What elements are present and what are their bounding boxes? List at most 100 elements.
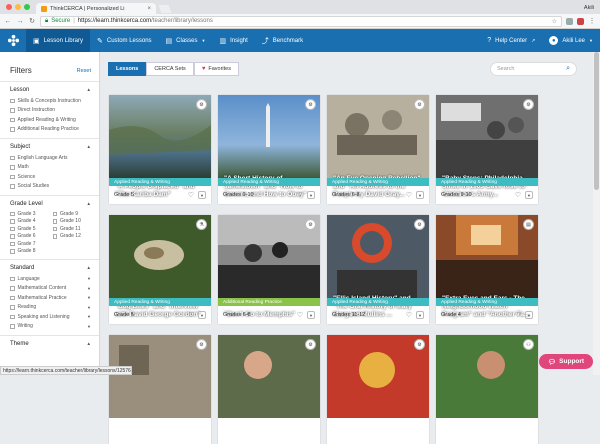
section-header[interactable]: Theme ▲ [10, 341, 91, 347]
checkbox[interactable] [10, 324, 15, 329]
filter-option[interactable]: Grade 10 [52, 218, 92, 226]
search-input[interactable]: Search ⌕ [490, 62, 577, 76]
checkbox[interactable] [10, 305, 15, 310]
filter-option[interactable]: Mathematical Content ▼ [10, 284, 91, 294]
section-header[interactable]: Standard ▲ [10, 265, 91, 271]
checkbox[interactable] [10, 314, 15, 319]
section-header[interactable]: Lesson ▲ [10, 87, 91, 93]
checkbox[interactable] [10, 286, 15, 291]
lesson-card[interactable]: ⚙ "Baby Steps: Philadelphia Strike in 19… [436, 95, 538, 204]
checkbox[interactable] [10, 174, 15, 179]
checkbox[interactable] [10, 98, 15, 103]
section-header[interactable]: Grade Level ▲ [10, 201, 91, 207]
lesson-card[interactable]: ⚙ "Ellis Island History" and "The Oral H… [327, 215, 429, 324]
checkbox[interactable] [52, 234, 57, 239]
nav-classes[interactable]: ▤ Classes ▼ [159, 29, 213, 52]
user-menu[interactable]: ● Akili Lee ▼ [542, 29, 600, 52]
filter-option[interactable]: Writing ▼ [10, 322, 91, 332]
reset-link[interactable]: Reset [77, 68, 91, 74]
checkbox[interactable] [10, 127, 15, 132]
filter-option[interactable]: Math [10, 163, 91, 173]
checkbox[interactable] [10, 219, 15, 224]
filter-option[interactable]: Reading ▼ [10, 303, 91, 313]
favorite-heart-icon[interactable]: ♡ [188, 191, 194, 199]
filter-option[interactable]: Grade 3 [10, 210, 49, 218]
favorite-heart-icon[interactable]: ♡ [515, 311, 521, 319]
favorite-heart-icon[interactable]: ♡ [297, 191, 303, 199]
favorite-heart-icon[interactable]: ♡ [406, 311, 412, 319]
extension-icon[interactable] [566, 17, 573, 25]
checkbox[interactable] [10, 117, 15, 122]
checkbox[interactable] [52, 219, 57, 224]
lesson-card[interactable]: ⚙ [218, 335, 320, 444]
card-menu-chevron-icon[interactable]: ▼ [307, 311, 315, 319]
back-icon[interactable]: ← [4, 18, 12, 25]
close-window-button[interactable] [6, 4, 12, 10]
card-menu-chevron-icon[interactable]: ▼ [416, 311, 424, 319]
maximize-window-button[interactable] [24, 4, 30, 10]
filter-option[interactable]: Grade 7 [10, 240, 49, 248]
support-button[interactable]: 💬︎ Support [539, 354, 593, 369]
filter-option[interactable]: Mathematical Practice ▼ [10, 293, 91, 303]
filter-option[interactable]: Grade 12 [52, 233, 92, 241]
filter-option[interactable]: Direct Instruction [10, 106, 91, 116]
checkbox[interactable] [10, 234, 15, 239]
checkbox[interactable] [10, 155, 15, 160]
checkbox[interactable] [52, 226, 57, 231]
card-menu-chevron-icon[interactable]: ▼ [198, 311, 206, 319]
browser-tab[interactable]: ThinkCERCA | Personalized Li × [36, 3, 156, 14]
filter-option[interactable]: Grade 4 [10, 218, 49, 226]
lesson-card[interactable]: ⚗ "Bug Bites" and "Interview with David … [109, 215, 211, 324]
lesson-card[interactable]: ⚙ "An Eye Opening Rebellion" and "An Add… [327, 95, 429, 204]
scrollbar-thumb[interactable] [594, 52, 599, 190]
lesson-card[interactable]: ⚙ "A Short History of Jamestown" and "Ho… [218, 95, 320, 204]
checkbox[interactable] [10, 108, 15, 113]
filter-option[interactable]: Grade 11 [52, 225, 92, 233]
page-scrollbar[interactable] [593, 52, 600, 375]
tab-favorites[interactable]: ♥ Favorites [193, 62, 239, 76]
chevron-down-icon[interactable]: ▼ [87, 286, 91, 291]
filter-option[interactable]: Additional Reading Practice [10, 125, 91, 135]
extension-icon[interactable] [577, 17, 584, 25]
favorite-heart-icon[interactable]: ♡ [297, 311, 303, 319]
lesson-card[interactable]: ▤ "Extra Eyes and Ears - The Neighborhoo… [436, 215, 538, 324]
nav-benchmark[interactable]: ⤴ Benchmark [255, 29, 310, 52]
filter-option[interactable]: Applied Reading & Writing [10, 115, 91, 125]
url-field[interactable]: 🔒︎ Secure | https://learn.thinkcerca.com… [40, 15, 562, 27]
checkbox[interactable] [10, 249, 15, 254]
filter-option[interactable]: Language ▼ [10, 274, 91, 284]
nav-lesson-library[interactable]: ▣ Lesson Library [26, 29, 90, 52]
filter-option[interactable]: Skills & Concepts Instruction [10, 96, 91, 106]
card-menu-chevron-icon[interactable]: ▼ [525, 191, 533, 199]
lesson-card[interactable]: ⚙ "Don't Go to Memphis" Additional Readi… [218, 215, 320, 324]
lesson-card[interactable]: ⚙ [109, 335, 211, 444]
checkbox[interactable] [10, 295, 15, 300]
chevron-down-icon[interactable]: ▼ [87, 276, 91, 281]
browser-menu-icon[interactable]: ⋮ [588, 17, 596, 25]
forward-icon[interactable]: → [16, 18, 24, 25]
checkbox[interactable] [10, 184, 15, 189]
checkbox[interactable] [10, 165, 15, 170]
filter-option[interactable]: Grade 8 [10, 248, 49, 256]
nav-custom-lessons[interactable]: ✎ Custom Lessons [90, 29, 159, 52]
filter-option[interactable]: English Language Arts [10, 153, 91, 163]
card-menu-chevron-icon[interactable]: ▼ [307, 191, 315, 199]
thinkcerca-logo[interactable] [0, 29, 26, 52]
filter-option[interactable]: Grade 6 [10, 233, 49, 241]
favorite-heart-icon[interactable]: ♡ [188, 311, 194, 319]
filter-option[interactable]: Grade 5 [10, 225, 49, 233]
filter-option[interactable]: Science [10, 172, 91, 182]
card-menu-chevron-icon[interactable]: ▼ [198, 191, 206, 199]
lesson-card[interactable]: ⚇ [436, 335, 538, 444]
lesson-card[interactable]: ⚙ "A People Displaced" and "The Kariba D… [109, 95, 211, 204]
favorite-heart-icon[interactable]: ♡ [515, 191, 521, 199]
card-menu-chevron-icon[interactable]: ▼ [416, 191, 424, 199]
checkbox[interactable] [10, 276, 15, 281]
checkbox[interactable] [10, 211, 15, 216]
reload-icon[interactable]: ↻ [28, 17, 36, 25]
filter-option[interactable]: Grade 9 [52, 210, 92, 218]
chevron-down-icon[interactable]: ▼ [87, 324, 91, 329]
new-tab-button[interactable] [158, 5, 172, 13]
close-tab-icon[interactable]: × [147, 6, 151, 12]
checkbox[interactable] [52, 211, 57, 216]
